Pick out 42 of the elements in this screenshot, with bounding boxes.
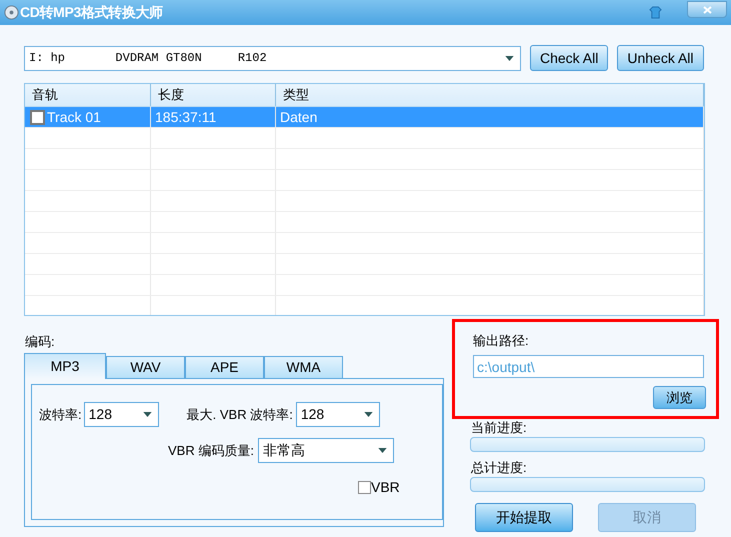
window-title: CD转MP3格式转换大师 [20,3,163,22]
table-cell-text: 185:37:11 [155,108,216,126]
dropdown-value: 非常高 [262,441,306,460]
progress-label: 总计进度: [470,460,528,476]
dropdown-caret-icon [378,448,387,453]
max-vbr-bitrate-label: 最大. VBR 波特率: [186,406,293,424]
dropdown[interactable]: 128 [84,402,159,427]
shirt-icon[interactable] [649,6,662,19]
disc-icon [4,5,19,20]
bitrate-label: 波特率: [39,406,82,424]
dropdown-value: 128 [300,405,326,424]
tab[interactable]: MP3 [24,353,106,379]
tab[interactable]: WAV [106,356,185,379]
vbr-checkbox[interactable] [358,481,371,494]
column-header[interactable]: 长度 [151,84,276,106]
dropdown[interactable]: 128 [296,402,380,427]
drive-value: I: hp DVDRAM GT80N R102 [29,50,268,67]
encoding-label: 编码: [24,333,56,351]
output-path-field[interactable]: c:\output\ [473,355,704,378]
checkbox[interactable] [30,110,45,124]
output-path-label: 输出路径: [472,332,530,350]
dropdown-caret-icon [142,412,152,417]
close-button[interactable] [687,1,727,18]
table-cell-text: Daten [280,108,318,126]
progress-label: 当前进度: [470,420,528,436]
dropdown-value: 128 [88,405,113,424]
tab[interactable]: WMA [264,356,343,379]
dropdown-caret-icon [505,56,514,60]
drive-dropdown[interactable]: I: hp DVDRAM GT80N R102 [24,46,521,70]
column-header[interactable]: 类型 [276,84,704,106]
vbr-quality-label: VBR 编码质量: [168,442,254,460]
browse-button[interactable]: 浏览 [653,386,706,409]
close-icon [702,6,712,14]
tab[interactable]: APE [185,356,264,379]
dropdown-caret-icon [364,412,373,417]
dropdown[interactable]: 非常高 [258,438,394,463]
vbr-label: VBR [371,478,400,497]
column-header[interactable]: 音轨 [25,84,151,106]
button[interactable]: Unheck All [617,45,704,71]
table-cell-text: Track 01 [47,108,101,126]
action-button[interactable]: 开始提取 [475,503,573,532]
button[interactable]: Check All [530,45,608,71]
